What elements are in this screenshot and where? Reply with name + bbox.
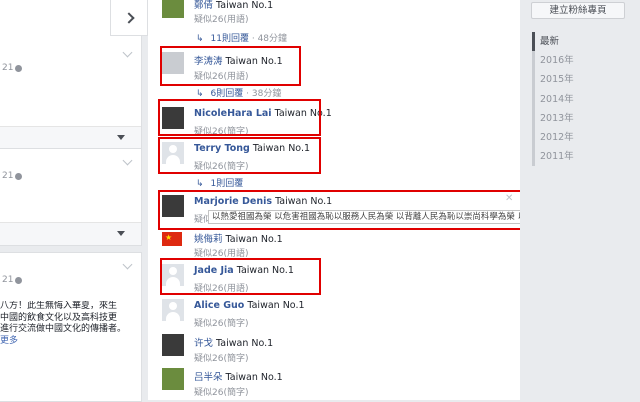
comment-text: Taiwan No.1 — [225, 372, 283, 383]
commenter-name[interactable]: Alice Guo — [194, 300, 244, 311]
post-date: 21 — [2, 275, 14, 285]
post-card: 21 — [0, 148, 142, 246]
year-link-latest[interactable]: 最新 — [535, 32, 640, 51]
year-link[interactable]: 2011年 — [535, 147, 640, 166]
comment-text: Taiwan No.1 — [216, 338, 274, 349]
reply-arrow-icon: ↳ — [196, 89, 204, 99]
commenter-name[interactable]: 吕半朵 — [194, 372, 223, 383]
right-sidebar: 建立粉絲專頁 最新 2016年 2015年 2014年 2013年 2012年 … — [520, 0, 640, 400]
chevron-down-icon[interactable] — [122, 259, 133, 270]
reply-count[interactable]: 1則回覆 — [211, 179, 244, 189]
comment-text: Taiwan No.1 — [225, 234, 283, 245]
post-card: 21 八方！此生無悔入華夏，來生 中國的飲食文化以及高科技更 進行交流做中國文化… — [0, 252, 142, 402]
see-more-link[interactable]: 更多 — [0, 336, 18, 346]
post-footer — [0, 222, 141, 245]
comment-text: Taiwan No.1 — [216, 0, 274, 11]
commenter-name[interactable]: 鄭倩 — [194, 0, 213, 11]
comment-tag: 疑似26(簡字) — [194, 388, 249, 398]
avatar[interactable] — [162, 232, 182, 246]
comment-tag: 疑似26(簡字) — [194, 319, 249, 329]
year-link[interactable]: 2015年 — [535, 70, 640, 89]
comment-line: 鄭倩 Taiwan No.1 — [194, 0, 273, 11]
year-link[interactable]: 2016年 — [535, 51, 640, 70]
year-link[interactable]: 2012年 — [535, 128, 640, 147]
chevron-right-icon — [123, 12, 135, 24]
year-link[interactable]: 2013年 — [535, 109, 640, 128]
post-text-line: 進行交流做中國文化的傳播者。 — [0, 324, 127, 334]
comment-text: Taiwan No.1 — [247, 300, 305, 311]
reply-time: · 48分鐘 — [249, 34, 288, 44]
post-date: 21 — [2, 63, 14, 73]
post-footer — [0, 126, 141, 149]
active-year-indicator — [532, 32, 535, 51]
globe-icon — [15, 277, 22, 284]
comment-line: 吕半朵 Taiwan No.1 — [194, 369, 283, 383]
highlight-box — [158, 137, 321, 174]
commenter-name[interactable]: 许戈 — [194, 338, 213, 349]
post-text-line: 八方！此生無悔入華夏，來生 — [0, 301, 118, 311]
view-replies-link[interactable]: ↳ 11則回覆 · 48分鐘 — [196, 31, 287, 44]
year-navigation: 最新 2016年 2015年 2014年 2013年 2012年 2011年 — [532, 32, 640, 167]
avatar[interactable] — [162, 299, 184, 321]
chevron-down-icon[interactable] — [122, 47, 133, 58]
caret-down-icon[interactable] — [117, 135, 125, 140]
post-date: 21 — [2, 171, 14, 181]
comment-tag: 疑似26(簡字) — [194, 354, 249, 364]
highlight-box — [160, 258, 321, 295]
comment-line: 许戈 Taiwan No.1 — [194, 335, 273, 349]
close-icon[interactable]: ✕ — [505, 193, 513, 204]
left-feed-column: 21 21 21 八方！此生無悔入華夏，來生 中國的飲食文化以及高科技更 進行交… — [0, 0, 148, 402]
avatar[interactable] — [162, 0, 184, 18]
avatar[interactable] — [162, 368, 184, 390]
post-text-line: 中國的飲食文化以及高科技更 — [0, 312, 118, 323]
view-replies-link[interactable]: ↳ 1則回覆 — [196, 176, 243, 189]
post-text: 八方！此生無悔入華夏，來生 中國的飲食文化以及高科技更 進行交流做中國文化的傳播… — [0, 301, 138, 347]
avatar[interactable] — [162, 334, 184, 356]
create-page-button[interactable]: 建立粉絲專頁 — [531, 2, 625, 19]
highlight-box — [158, 99, 321, 136]
reply-arrow-icon: ↳ — [196, 34, 204, 44]
reply-count[interactable]: 6則回覆 — [211, 89, 244, 99]
caret-down-icon[interactable] — [117, 231, 125, 236]
globe-icon — [15, 65, 22, 72]
reply-count[interactable]: 11則回覆 — [211, 34, 249, 44]
view-replies-link[interactable]: ↳ 6則回覆 · 38分鐘 — [196, 86, 281, 99]
reply-time: · 38分鐘 — [243, 89, 282, 99]
globe-icon — [15, 173, 22, 180]
next-page-button[interactable] — [110, 0, 148, 36]
comment-line: 姚侮莉 Taiwan No.1 — [194, 231, 283, 245]
highlight-box — [160, 46, 301, 86]
comment-line: Alice Guo Taiwan No.1 — [194, 300, 305, 311]
year-link[interactable]: 2014年 — [535, 90, 640, 109]
chevron-down-icon[interactable] — [122, 155, 133, 166]
comment-tag: 疑似26(用語) — [194, 15, 249, 25]
reply-arrow-icon: ↳ — [196, 179, 204, 189]
commenter-name[interactable]: 姚侮莉 — [194, 234, 223, 245]
